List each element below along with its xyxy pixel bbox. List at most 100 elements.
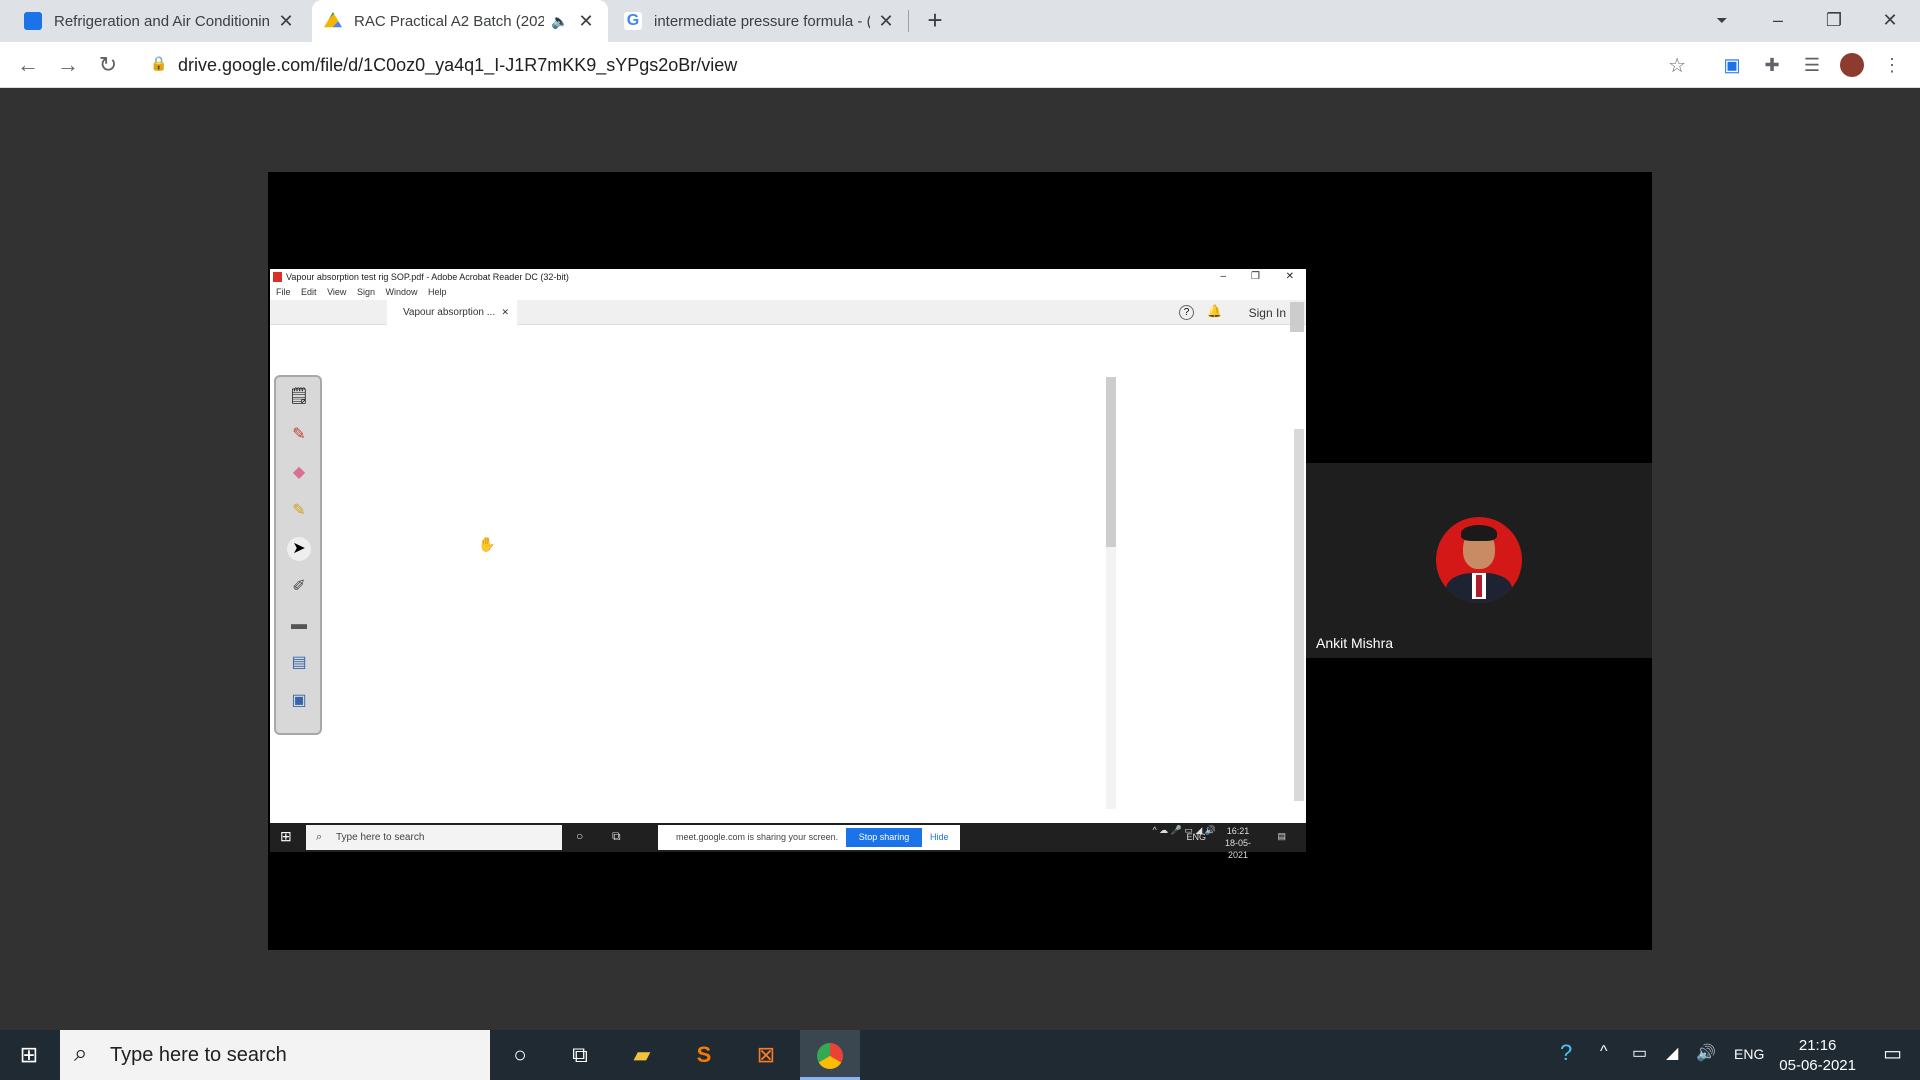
action-center-icon[interactable]: ▭ — [1883, 1041, 1902, 1066]
whiteboard-icon[interactable]: 🗒 — [287, 385, 311, 409]
windows-start-icon[interactable]: ⊞ — [0, 1030, 58, 1080]
task-view-icon[interactable]: ⧉ — [550, 1030, 610, 1080]
tab-rac-practical[interactable]: RAC Practical A2 Batch (202 🔈 ✕ — [312, 0, 608, 42]
close-tab-icon[interactable]: ✕ — [276, 11, 296, 32]
restore-button[interactable]: ❐ — [1806, 0, 1862, 42]
cortana-icon[interactable]: ○ — [490, 1030, 550, 1080]
screen-capture-icon[interactable]: ▤ — [287, 651, 311, 675]
avatar-tie — [1476, 575, 1482, 597]
highlighter-icon[interactable]: ✎ — [287, 499, 311, 523]
help-tray-icon[interactable]: ? — [1560, 1040, 1572, 1066]
inner-search-placeholder: Type here to search — [336, 832, 425, 843]
windows-taskbar: ⊞ ⌕ Type here to search ○ ⧉ ▰ S ⊠ ? ^ ▭ … — [0, 1030, 1920, 1080]
tab-title: RAC Practical A2 Batch (202 — [354, 12, 544, 30]
acrobat-document-tab[interactable]: Vapour absorption ... ✕ — [387, 300, 517, 325]
xampp-icon[interactable]: ⊠ — [736, 1030, 796, 1080]
close-doc-tab-icon[interactable]: ✕ — [501, 300, 509, 325]
acrobat-app-icon — [273, 272, 282, 282]
acrobat-tab-bar: Vapour absorption ... ✕ ? 🔔 Sign In — [270, 300, 1306, 332]
participant-tile[interactable]: Ankit Mishra — [1306, 463, 1652, 658]
pointer-select-icon[interactable]: ➤ — [287, 537, 311, 561]
document-scrollbar-thumb[interactable] — [1106, 377, 1116, 547]
network-icon[interactable]: ◢ — [1666, 1043, 1678, 1063]
menu-edit[interactable]: Edit — [301, 287, 317, 297]
close-tab-icon[interactable]: ✕ — [876, 11, 896, 32]
tab-title: Refrigeration and Air Conditionin — [54, 12, 270, 30]
menu-view[interactable]: View — [327, 287, 346, 297]
inner-clock: 16:21 18-05-2021 — [1216, 825, 1260, 861]
hide-banner-button[interactable]: Hide — [930, 825, 949, 850]
menu-file[interactable]: File — [276, 287, 291, 297]
notification-bell-icon[interactable]: 🔔 — [1207, 304, 1222, 318]
stop-sharing-button[interactable]: Stop sharing — [846, 828, 922, 847]
extension-icon[interactable]: ▣ — [1720, 53, 1744, 77]
inner-taskview-icon: ⧉ — [612, 829, 621, 843]
acrobat-menu-bar: File Edit View Sign Window Help — [270, 285, 1306, 299]
url-text[interactable]: drive.google.com/file/d/1C0oz0_ya4q1_I-J… — [178, 55, 737, 76]
display-settings-icon[interactable]: ▣ — [287, 689, 311, 713]
forward-arrow-icon[interactable]: → — [54, 51, 82, 79]
screen-share-banner: meet.google.com is sharing your screen. … — [658, 825, 960, 850]
taskbar-search-placeholder: Type here to search — [110, 1044, 287, 1066]
acrobat-title-bar: Vapour absorption test rig SOP.pdf - Ado… — [270, 269, 1306, 285]
profile-avatar[interactable] — [1840, 53, 1864, 77]
participant-name: Ankit Mishra — [1316, 635, 1394, 651]
sign-in-link[interactable]: Sign In — [1249, 306, 1286, 320]
tab-refrigeration[interactable]: Refrigeration and Air Conditionin ✕ — [12, 0, 308, 42]
shared-screen-taskbar: ⊞ ⌕ Type here to search ○ ⧉ meet.google.… — [270, 823, 1306, 860]
drive-favicon-icon — [324, 12, 342, 28]
back-arrow-icon[interactable]: ← — [14, 51, 42, 79]
language-indicator[interactable]: ENG — [1734, 1046, 1764, 1062]
reload-icon[interactable]: ↻ — [94, 51, 122, 79]
chrome-logo-icon — [817, 1043, 843, 1070]
inner-cortana-icon: ○ — [576, 829, 584, 843]
bookmark-star-icon[interactable]: ☆ — [1668, 53, 1686, 78]
puzzle-extensions-icon[interactable]: ✚ — [1760, 53, 1784, 77]
acrobat-restore-icon[interactable]: ❐ — [1251, 269, 1260, 285]
address-bar[interactable]: 🔒 drive.google.com/file/d/1C0oz0_ya4q1_I… — [140, 49, 1700, 81]
menu-sign[interactable]: Sign — [357, 287, 375, 297]
acrobat-title: Vapour absorption test rig SOP.pdf - Ado… — [286, 272, 569, 282]
browser-tab-strip: Refrigeration and Air Conditionin ✕ RAC … — [0, 0, 1920, 42]
classroom-favicon-icon — [24, 12, 42, 30]
minimize-button[interactable]: – — [1750, 0, 1806, 42]
side-scrollbar[interactable] — [1294, 429, 1304, 801]
close-window-button[interactable]: ✕ — [1862, 0, 1918, 42]
ruler-icon[interactable]: ▬ — [287, 613, 311, 637]
menu-help[interactable]: Help — [428, 287, 447, 297]
tab-search-icon[interactable]: ⏷ — [1694, 0, 1750, 42]
menu-kebab-icon[interactable]: ⋮ — [1880, 53, 1904, 77]
acrobat-minimize-icon[interactable]: – — [1220, 269, 1226, 285]
collapse-pane-icon[interactable] — [1290, 302, 1304, 332]
close-tab-icon[interactable]: ✕ — [576, 11, 596, 32]
inner-time: 16:21 — [1226, 826, 1250, 836]
pen-icon[interactable]: ✎ — [287, 423, 311, 447]
new-tab-button[interactable]: + — [907, 0, 963, 42]
battery-icon[interactable]: ▭ — [1632, 1043, 1647, 1063]
media-control-icon[interactable]: ☰ — [1800, 53, 1824, 77]
volume-icon[interactable]: 🔊 — [1696, 1043, 1716, 1063]
annotation-toolbox: 🗒 ✎ ◆ ✎ ➤ ✐ ▬ ▤ ▣ — [274, 375, 322, 735]
system-tray: ? ^ ▭ ◢ 🔊 ENG 21:16 05-06-2021 ▭ — [1560, 1030, 1920, 1080]
brush-icon[interactable]: ✐ — [287, 575, 311, 599]
eraser-icon[interactable]: ◆ — [287, 461, 311, 485]
menu-window[interactable]: Window — [385, 287, 417, 297]
chrome-taskbar-icon[interactable] — [800, 1030, 860, 1080]
show-hidden-icons[interactable]: ^ — [1600, 1043, 1608, 1061]
taskbar-clock[interactable]: 21:16 05-06-2021 — [1779, 1036, 1856, 1076]
file-explorer-icon[interactable]: ▰ — [612, 1030, 672, 1080]
taskbar-search-box[interactable]: ⌕ Type here to search — [60, 1030, 490, 1080]
acrobat-window: Vapour absorption test rig SOP.pdf - Ado… — [270, 269, 1306, 860]
tab-intermediate-pressure[interactable]: G intermediate pressure formula - ( ✕ — [612, 0, 908, 42]
participant-avatar — [1436, 517, 1522, 603]
avatar-hair — [1461, 525, 1497, 541]
tab-audio-icon[interactable]: 🔈 — [550, 13, 570, 30]
taskbar-time: 21:16 — [1798, 1037, 1837, 1054]
acrobat-close-icon[interactable]: ✕ — [1286, 269, 1294, 285]
sublime-text-icon[interactable]: S — [674, 1030, 734, 1080]
help-icon[interactable]: ? — [1179, 305, 1194, 320]
document-tab-label: Vapour absorption ... — [403, 307, 496, 318]
lock-icon: 🔒 — [150, 55, 168, 71]
google-favicon-icon: G — [624, 12, 642, 30]
inner-search-icon: ⌕ — [316, 831, 323, 843]
